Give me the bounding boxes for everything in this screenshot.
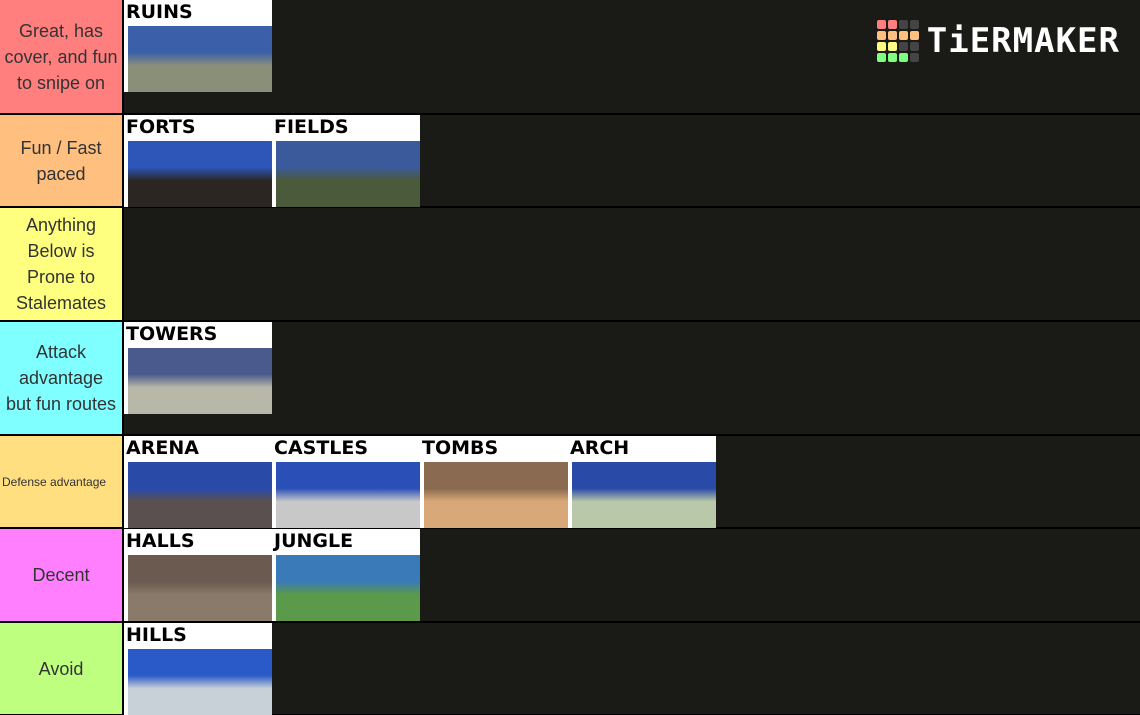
map-tile-jungle[interactable]: JUNGLE: [272, 529, 420, 621]
map-name: TOMBS: [422, 437, 499, 459]
logo-grid-cell: [909, 42, 919, 51]
tier-label[interactable]: Anything Below is Prone to Stalemates: [0, 208, 124, 320]
map-thumbnail-image: [276, 555, 420, 621]
tier-label[interactable]: Defense advantage: [0, 436, 124, 527]
map-name: FORTS: [126, 116, 196, 138]
logo-grid-icon: [876, 20, 919, 62]
map-tile-castles[interactable]: CASTLES: [272, 436, 420, 528]
map-thumbnail-image: [128, 462, 272, 528]
map-tile-towers[interactable]: TOWERS: [124, 322, 272, 414]
tier-row: Decent HALLS JUNGLE: [0, 529, 1140, 621]
logo-grid-cell: [909, 31, 919, 40]
tier-items[interactable]: HILLS: [124, 623, 1140, 715]
tier-label-text: Decent: [32, 565, 90, 585]
logo-grid-cell: [898, 53, 908, 62]
map-name: HALLS: [126, 530, 195, 552]
map-thumbnail-image: [276, 462, 420, 528]
map-thumbnail-image: [128, 348, 272, 414]
logo-grid-cell: [887, 20, 897, 29]
map-tile-arena[interactable]: ARENA: [124, 436, 272, 528]
map-name: HILLS: [126, 624, 187, 646]
logo-grid-cell: [876, 42, 886, 51]
tier-items[interactable]: TOWERS: [124, 322, 1140, 434]
tier-items[interactable]: ARENA CASTLES TOMBS ARCH: [124, 436, 1140, 528]
tier-label-text: Fun / Fast paced: [20, 137, 102, 184]
map-tile-halls[interactable]: HALLS: [124, 529, 272, 621]
logo-grid-cell: [887, 42, 897, 51]
tier-label[interactable]: Fun / Fast paced: [0, 115, 124, 206]
map-tile-tombs[interactable]: TOMBS: [420, 436, 568, 528]
logo-grid-cell: [876, 31, 886, 40]
logo-text: TiERMAKER: [926, 21, 1120, 61]
tier-row: Anything Below is Prone to Stalemates: [0, 208, 1140, 320]
logo-grid-cell: [876, 53, 886, 62]
tier-label[interactable]: Great, has cover, and fun to snipe on: [0, 0, 124, 113]
map-thumbnail-image: [276, 141, 420, 207]
map-name: RUINS: [126, 1, 193, 23]
map-name: JUNGLE: [274, 530, 354, 552]
map-thumbnail-image: [128, 649, 272, 715]
map-tile-forts[interactable]: FORTS: [124, 115, 272, 207]
map-tile-ruins[interactable]: RUINS: [124, 0, 272, 92]
map-thumbnail-image: [424, 462, 568, 528]
map-name: ARCH: [570, 437, 630, 459]
tier-label[interactable]: Decent: [0, 529, 124, 621]
tier-label-text: Anything Below is Prone to Stalemates: [15, 215, 107, 313]
logo-grid-cell: [909, 53, 919, 62]
logo-grid-cell: [909, 20, 919, 29]
tiermaker-logo: TiERMAKER: [876, 20, 1120, 62]
tier-label-text: Avoid: [38, 658, 84, 679]
map-tile-arch[interactable]: ARCH: [568, 436, 716, 528]
tier-label-text: Attack advantage but fun routes: [5, 342, 117, 414]
tier-board: Great, has cover, and fun to snipe on RUI…: [0, 0, 1140, 715]
tier-label[interactable]: Attack advantage but fun routes: [0, 322, 124, 434]
map-thumbnail-image: [128, 555, 272, 621]
map-name: ARENA: [126, 437, 199, 459]
tier-items[interactable]: HALLS JUNGLE: [124, 529, 1140, 621]
map-name: TOWERS: [126, 323, 218, 345]
logo-grid-cell: [898, 31, 908, 40]
tier-label[interactable]: Avoid: [0, 623, 124, 714]
tier-label-text: Great, has cover, and fun to snipe on: [4, 20, 118, 93]
map-tile-hills[interactable]: HILLS: [124, 623, 272, 715]
map-thumbnail-image: [128, 26, 272, 92]
logo-grid-cell: [898, 20, 908, 29]
logo-grid-cell: [887, 31, 897, 40]
logo-grid-cell: [876, 20, 886, 29]
tier-row: Defense advantage ARENA CASTLES TOMBS ARCH: [0, 436, 1140, 528]
tier-row: Avoid HILLS: [0, 623, 1140, 715]
logo-grid-cell: [887, 53, 897, 62]
tier-row: Attack advantage but fun routes TOWERS: [0, 322, 1140, 434]
tier-items[interactable]: [124, 208, 1140, 320]
tier-items[interactable]: FORTS FIELDS: [124, 115, 1140, 207]
logo-grid-cell: [898, 42, 908, 51]
map-name: CASTLES: [274, 437, 369, 459]
map-tile-fields[interactable]: FIELDS: [272, 115, 420, 207]
map-name: FIELDS: [274, 116, 349, 138]
map-thumbnail-image: [572, 462, 716, 528]
tier-row: Fun / Fast paced FORTS FIELDS: [0, 115, 1140, 207]
tier-label-text: Defense advantage: [2, 474, 107, 489]
map-thumbnail-image: [128, 141, 272, 207]
